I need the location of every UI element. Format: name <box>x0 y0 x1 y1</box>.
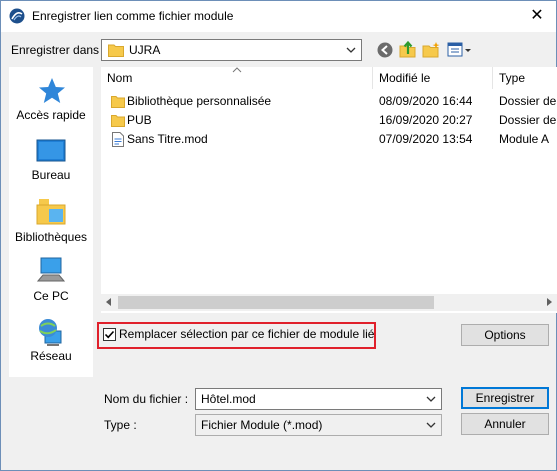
save-in-dropdown[interactable]: UJRA <box>101 39 362 61</box>
back-icon[interactable] <box>376 41 394 59</box>
file-modified: 16/09/2020 20:27 <box>379 113 473 127</box>
horizontal-scrollbar[interactable] <box>101 294 557 311</box>
folder-icon <box>111 115 125 127</box>
checkmark-icon <box>104 330 115 339</box>
computer-icon <box>37 257 65 282</box>
scroll-right-icon[interactable] <box>547 298 552 306</box>
place-this-pc[interactable]: Ce PC <box>9 257 93 317</box>
options-button[interactable]: Options <box>461 324 549 346</box>
file-type: Dossier de <box>499 94 557 108</box>
place-label: Réseau <box>30 349 72 363</box>
folder-icon <box>111 96 125 108</box>
file-name: Sans Titre.mod <box>127 132 208 146</box>
file-list: Nom Modifié le Type Bibliothèque personn… <box>101 67 557 313</box>
close-button[interactable]: ✕ <box>522 4 552 28</box>
place-label: Bibliothèques <box>14 230 88 244</box>
place-label: Ce PC <box>33 289 69 303</box>
filename-input[interactable] <box>201 391 416 407</box>
save-in-label: Enregistrer dans : <box>11 43 106 57</box>
module-file-icon <box>112 132 124 147</box>
file-modified: 08/09/2020 16:44 <box>379 94 473 108</box>
file-type: Dossier de <box>499 113 557 127</box>
place-label: Bureau <box>31 168 71 182</box>
place-libraries[interactable]: Bibliothèques <box>9 197 93 257</box>
replace-selection-label: Remplacer sélection par ce fichier de mo… <box>119 327 375 341</box>
column-header-modified[interactable]: Modifié le <box>373 67 493 89</box>
place-label: Accès rapide <box>16 108 86 122</box>
file-row[interactable]: Sans Titre.mod 07/09/2020 13:54 Module A <box>101 130 557 149</box>
place-network[interactable]: Réseau <box>9 317 93 377</box>
filename-label: Nom du fichier : <box>104 392 189 406</box>
quick-access-icon <box>39 78 65 103</box>
column-header-type[interactable]: Type <box>493 67 557 89</box>
window-title: Enregistrer lien comme fichier module <box>32 9 234 23</box>
type-label: Type : <box>104 418 137 432</box>
filename-field[interactable] <box>195 388 442 410</box>
file-name: Bibliothèque personnalisée <box>127 94 272 108</box>
cancel-button[interactable]: Annuler <box>461 413 549 435</box>
replace-selection-checkbox[interactable] <box>103 328 116 341</box>
chevron-down-icon <box>346 47 356 53</box>
network-icon <box>39 319 62 346</box>
file-name: PUB <box>127 113 152 127</box>
file-row[interactable]: Bibliothèque personnalisée 08/09/2020 16… <box>101 92 557 111</box>
scroll-left-icon[interactable] <box>106 298 111 306</box>
chevron-down-icon <box>426 422 436 428</box>
place-quick-access[interactable]: Accès rapide <box>9 77 93 137</box>
file-modified: 07/09/2020 13:54 <box>379 132 473 146</box>
desktop-icon <box>36 139 66 162</box>
scrollbar-thumb[interactable] <box>118 296 434 309</box>
save-dialog: Enregistrer lien comme fichier module ✕ … <box>0 0 557 471</box>
current-folder: UJRA <box>129 43 161 57</box>
new-folder-icon[interactable] <box>422 41 440 59</box>
app-logo-icon <box>9 8 25 24</box>
folder-icon <box>108 44 124 57</box>
place-desktop[interactable]: Bureau <box>9 137 93 197</box>
libraries-icon <box>36 199 66 225</box>
file-type: Module A <box>499 132 550 146</box>
save-button[interactable]: Enregistrer <box>461 387 549 409</box>
column-header-name[interactable]: Nom <box>101 67 373 89</box>
chevron-down-icon[interactable] <box>425 392 437 406</box>
file-type-dropdown[interactable]: Fichier Module (*.mod) <box>195 414 442 436</box>
file-row[interactable]: PUB 16/09/2020 20:27 Dossier de <box>101 111 557 130</box>
file-type-value: Fichier Module (*.mod) <box>201 418 323 432</box>
up-folder-icon[interactable] <box>399 40 417 58</box>
title-bar: Enregistrer lien comme fichier module ✕ <box>1 1 556 32</box>
places-bar: Accès rapide Bureau Bibliothèques Ce PC <box>9 67 93 377</box>
view-menu-icon[interactable] <box>447 41 473 59</box>
